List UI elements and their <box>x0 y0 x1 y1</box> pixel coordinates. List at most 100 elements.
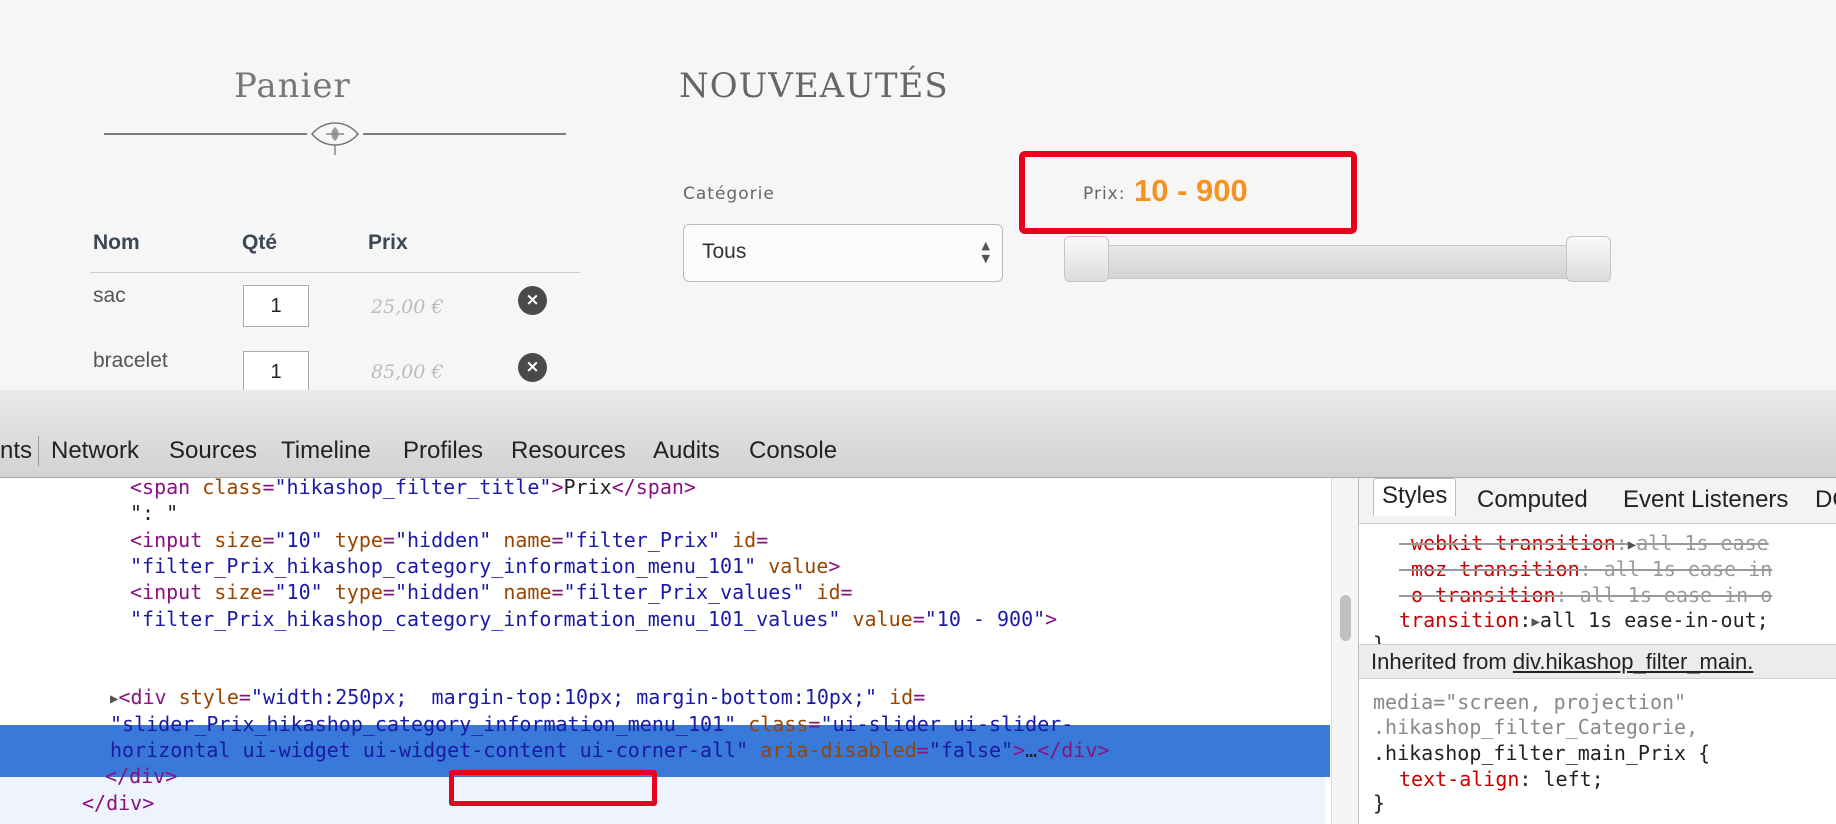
tab-network[interactable]: Network <box>51 437 139 465</box>
dom-token <box>491 580 503 604</box>
cart-header-name: Nom <box>93 231 140 254</box>
inherited-source-link[interactable]: div.hikashop_filter_main. <box>1513 649 1754 674</box>
dom-token: "slider_Prix_hikashop_category_informati… <box>110 711 737 736</box>
dom-node[interactable]: <span class="hikashop_filter_title">Prix… <box>130 478 696 499</box>
dom-token: = <box>840 580 853 605</box>
dom-token: … <box>1025 738 1038 762</box>
quantity-input[interactable] <box>243 285 309 327</box>
tab-profiles[interactable]: Profiles <box>403 437 483 465</box>
dom-token: <span id="filter_span_Prix_hikashop_cate… <box>130 632 1118 657</box>
css-selector: .hikashop_filter_main_Prix { <box>1373 741 1711 765</box>
dom-node[interactable]: ": " <box>130 501 178 525</box>
tab-event-listeners[interactable]: Event Listeners <box>1623 486 1788 514</box>
price-range-value: 10 - 900 <box>1134 173 1248 208</box>
css-declaration[interactable]: transition:▶all 1s ease-in-out; <box>1399 608 1769 632</box>
dom-token: style <box>178 685 239 710</box>
dom-token: "width:250px; margin-top:10px; margin-bo… <box>250 685 878 710</box>
color-highlight-box <box>449 770 657 806</box>
dom-token <box>323 528 335 552</box>
dom-token: "10" <box>274 527 323 552</box>
tab-computed[interactable]: Computed <box>1477 486 1588 514</box>
price-slider-max-handle[interactable] <box>1566 236 1611 282</box>
dom-token: = <box>382 580 395 605</box>
dom-scrollbar[interactable] <box>1331 478 1358 824</box>
tab-elements[interactable]: nts <box>0 437 32 465</box>
category-select[interactable]: Tous ▲ ▼ <box>683 224 1003 282</box>
dom-token: = <box>551 580 564 605</box>
web-page: Panier Nom Qté Prix sac 25,00 € × bracel… <box>0 0 1836 390</box>
dom-node[interactable]: </div> <box>105 764 177 788</box>
css-declaration-overridden[interactable]: -o-transition: all 1s ease-in-o <box>1399 583 1772 607</box>
dom-token: name <box>503 527 552 552</box>
tab-resources[interactable]: Resources <box>511 437 626 465</box>
dom-node[interactable]: </div> <box>82 791 154 815</box>
dom-token: class <box>202 478 263 499</box>
devtools-tab-bar: nts Network Sources Timeline Profiles Re… <box>0 390 1836 478</box>
dom-token: = <box>238 685 251 710</box>
css-selector: .hikashop_filter_Categorie, <box>1373 715 1699 739</box>
dom-token <box>840 607 852 631</box>
dom-token: "filter_Prix_hikashop_category_informati… <box>130 606 841 631</box>
dom-token: = <box>262 527 275 552</box>
dom-node[interactable]: ▶<div style="width:250px; margin-top:10p… <box>110 685 925 709</box>
price-slider-range <box>1104 246 1572 278</box>
dom-token: = <box>262 478 275 499</box>
cart-header-qty: Qté <box>242 231 278 254</box>
dom-node-selected[interactable]: inline-block; border:0; color:#f6931f; f… <box>130 659 1009 683</box>
dom-token <box>491 528 503 552</box>
dom-node[interactable]: "filter_Prix_hikashop_category_informati… <box>130 607 1057 631</box>
tab-sources[interactable]: Sources <box>169 437 257 465</box>
dom-token: = <box>756 527 769 552</box>
remove-item-icon[interactable]: × <box>518 353 547 382</box>
dom-token: id <box>816 580 841 605</box>
dom-token: "hidden" <box>394 527 492 552</box>
css-rule-close: } <box>1373 791 1386 815</box>
dom-node[interactable]: <input size="10" type="hidden" name="fil… <box>130 580 853 604</box>
dom-token: "filter_Prix_hikashop_category_informati… <box>130 553 757 578</box>
dom-token: <input <box>130 580 215 605</box>
price-slider-min-handle[interactable] <box>1064 236 1109 282</box>
dom-token: </span> <box>611 478 696 499</box>
dom-token: <input <box>130 527 215 552</box>
tab-timeline[interactable]: Timeline <box>281 437 371 465</box>
dom-token: > <box>828 553 841 578</box>
remove-item-icon[interactable]: × <box>518 286 547 315</box>
scrollbar-thumb[interactable] <box>1340 595 1351 641</box>
dom-token: "hikashop_filter_title" <box>274 478 552 499</box>
css-declaration[interactable]: text-align: left; <box>1399 767 1604 791</box>
dom-token: type <box>334 527 383 552</box>
quantity-input[interactable] <box>243 351 309 390</box>
dom-token: = <box>382 527 395 552</box>
tab-audits[interactable]: Audits <box>653 437 720 465</box>
dom-tree[interactable]: <span class="hikashop_filter_title">Prix… <box>0 478 1330 824</box>
tab-console[interactable]: Console <box>749 437 837 465</box>
css-declaration-overridden[interactable]: -webkit-transition:▶all 1s ease <box>1399 531 1769 555</box>
dom-token: ": " <box>130 501 179 526</box>
dom-token <box>804 580 816 604</box>
cart-header-divider <box>90 272 580 273</box>
dom-node-selected[interactable]: <span id="filter_span_Prix_hikashop_cate… <box>130 633 1117 657</box>
tab-dom-breakpoints[interactable]: DO <box>1815 486 1836 514</box>
dom-token: "ui-slider ui-slider- <box>820 711 1074 736</box>
dom-node[interactable]: <input size="10" type="hidden" name="fil… <box>130 528 768 552</box>
dom-token: > <box>551 478 564 499</box>
dom-node[interactable]: horizontal ui-widget ui-widget-content u… <box>110 738 1109 762</box>
cart-item-price: 25,00 € <box>371 296 444 318</box>
dom-token: Prix <box>563 478 612 499</box>
dom-token: "filter_Prix" <box>563 527 721 552</box>
dom-node[interactable]: "filter_Prix_hikashop_category_informati… <box>130 554 840 578</box>
dom-token: type <box>334 580 383 605</box>
dom-token <box>323 580 335 604</box>
dom-token: aria-disabled <box>760 738 917 762</box>
dom-token <box>736 712 748 736</box>
select-arrows-icon: ▲ ▼ <box>981 239 990 265</box>
dom-token: <div <box>118 685 179 710</box>
tab-styles[interactable]: Styles <box>1373 478 1457 516</box>
dom-node[interactable]: "slider_Prix_hikashop_category_informati… <box>110 712 1073 736</box>
css-declaration-overridden[interactable]: -moz-transition: all 1s ease-in <box>1399 557 1772 581</box>
dom-token: </div> <box>82 790 155 815</box>
ornament-divider-icon <box>104 122 566 155</box>
devtools-panel: nts Network Sources Timeline Profiles Re… <box>0 390 1836 824</box>
dom-token <box>756 554 768 578</box>
category-label: Catégorie <box>683 184 775 204</box>
